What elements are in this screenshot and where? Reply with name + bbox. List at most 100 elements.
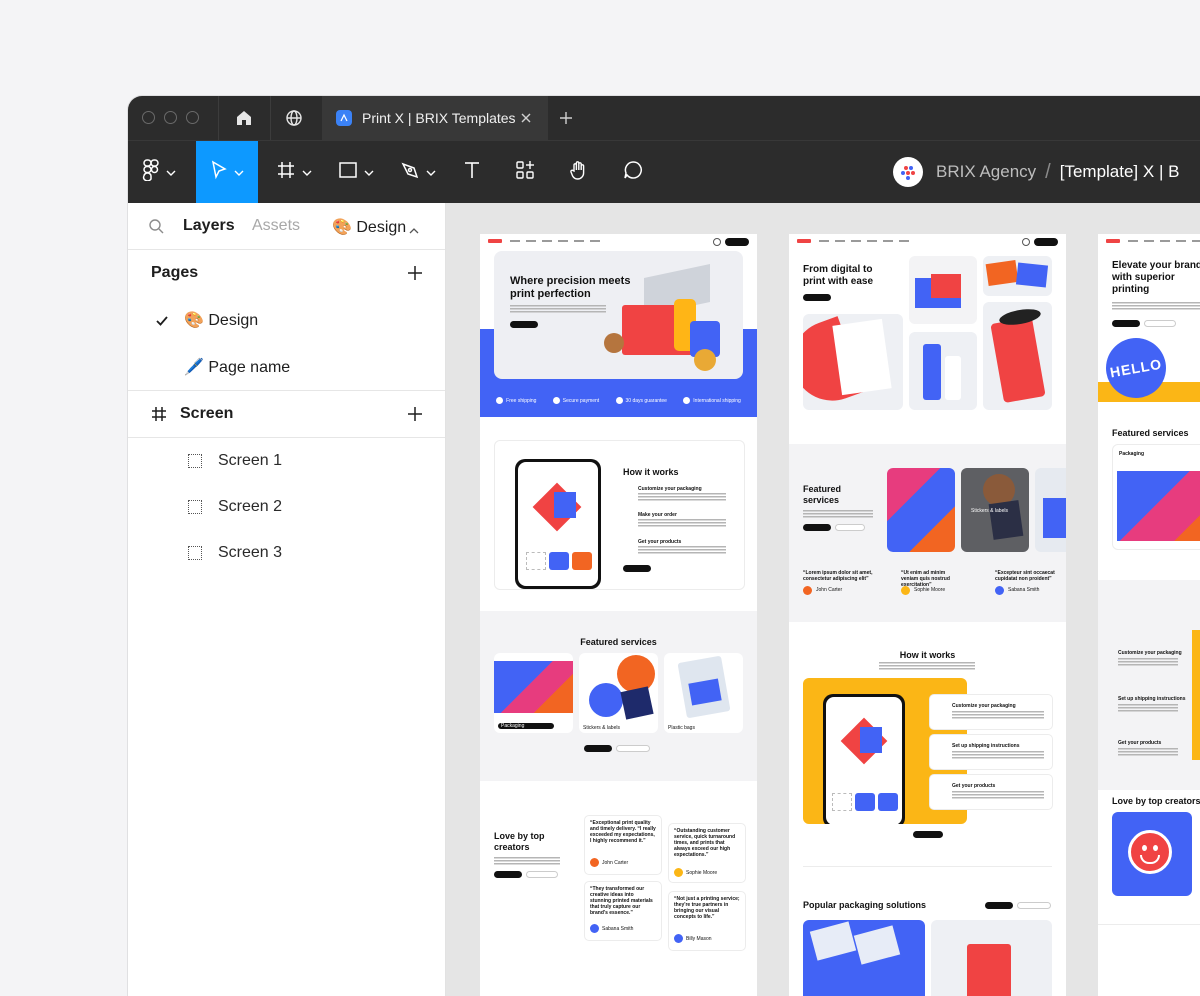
step-title: Customize your packaging: [638, 486, 702, 492]
screen-3-frame[interactable]: Elevate your brand with superior printin…: [1098, 234, 1200, 996]
how-cta: [913, 831, 943, 838]
file-name[interactable]: [Template] X | B: [1060, 162, 1180, 182]
file-breadcrumb: BRIX Agency / [Template] X | B: [893, 157, 1179, 187]
main-menu-button[interactable]: [142, 141, 176, 203]
design-canvas[interactable]: Where precision meets print perfection F…: [446, 203, 1200, 996]
layer-label: Screen 2: [218, 498, 283, 515]
text-t-icon: [462, 160, 482, 185]
move-tool-button[interactable]: [196, 141, 258, 203]
avatar: [590, 858, 599, 867]
page-item-design[interactable]: 🎨 Design: [128, 296, 445, 343]
layer-item-screen-1[interactable]: Screen 1: [128, 439, 445, 485]
shape-tool-button[interactable]: [338, 141, 374, 203]
page-item-page-name[interactable]: 🖊️ Page name: [128, 343, 445, 390]
love-cta: [494, 871, 522, 878]
mini-navbar: [789, 234, 1066, 250]
hero-title: Elevate your brand with superior printin…: [1112, 260, 1200, 295]
zoom-window-button[interactable]: [186, 111, 199, 124]
quote-author: Sophie Moore: [914, 587, 946, 593]
service-card-packaging: Packaging: [494, 653, 573, 733]
smiley-icon: [1128, 830, 1172, 874]
mini-nav-links: [819, 240, 909, 242]
pages-title: Pages: [151, 264, 199, 281]
quote-text: “Excepteur sint occaecat cupidatat non p…: [995, 570, 1055, 582]
layer-label: Screen 1: [218, 452, 283, 469]
search-icon[interactable]: [148, 218, 164, 239]
tab-assets[interactable]: Assets: [252, 217, 300, 235]
feature-bar: Free shipping Secure payment 30 days gua…: [480, 384, 757, 417]
quote-text: “Lorem ipsum dolor sit amet, consectetur…: [803, 570, 873, 582]
globe-icon[interactable]: [284, 108, 304, 128]
layer-item-screen-3[interactable]: Screen 3: [128, 531, 445, 577]
hero-image-binder: [803, 314, 903, 410]
cursor-arrow-icon: [210, 160, 228, 185]
how-title: How it works: [899, 650, 956, 660]
avatar: [803, 586, 812, 595]
popular-secondary-cta: [1017, 902, 1051, 909]
figma-window: Print X | BRIX Templates BRIX Agency / […: [128, 96, 1200, 996]
home-icon[interactable]: [234, 108, 254, 128]
chevron-down-icon: [234, 163, 244, 181]
screen-1-frame[interactable]: Where precision meets print perfection F…: [480, 234, 757, 996]
close-window-button[interactable]: [142, 111, 155, 124]
quote-author: John Carter: [816, 587, 843, 593]
chevron-down-icon: [166, 163, 176, 181]
step-body: [638, 519, 726, 527]
comment-bubble-icon: [622, 159, 644, 186]
avatar: [995, 586, 1004, 595]
pen-tool-button[interactable]: [400, 141, 436, 203]
screen-2-frame[interactable]: From digital to print with ease Featured…: [789, 234, 1066, 996]
screen-title: Screen: [180, 405, 234, 422]
upload-tile: [549, 552, 569, 570]
team-name-link[interactable]: BRIX Agency: [936, 162, 1036, 182]
featured-section: Featured services Stickers & labels “Lor…: [789, 444, 1066, 622]
tab-title: Print X | BRIX Templates: [362, 110, 516, 126]
tab-layers[interactable]: Layers: [183, 217, 235, 235]
mini-cta-button: [725, 238, 749, 246]
hero-image-cup: [983, 302, 1052, 410]
featured-cta: [584, 745, 612, 752]
cookie-image: [694, 349, 716, 371]
sticker-tile: [572, 552, 592, 570]
cube-image: [554, 492, 576, 518]
page-switcher[interactable]: 🎨 Design: [332, 217, 406, 237]
resources-tool-button[interactable]: [514, 141, 536, 203]
mini-logo: [797, 239, 811, 243]
browser-tab[interactable]: Print X | BRIX Templates: [322, 96, 548, 140]
step-title: Make your order: [638, 512, 677, 518]
chevron-up-icon[interactable]: [409, 221, 419, 239]
minimize-window-button[interactable]: [164, 111, 177, 124]
comment-tool-button[interactable]: [622, 141, 644, 203]
featured-secondary-cta: [835, 524, 865, 531]
hero-title: From digital to print with ease: [803, 264, 874, 287]
frame-tool-button[interactable]: [276, 141, 312, 203]
step-title: Customize your packaging: [1118, 650, 1182, 656]
hand-tool-button[interactable]: [568, 141, 590, 203]
how-visual: [1192, 630, 1200, 760]
mini-nav-links: [1128, 240, 1200, 242]
step-title: Get your products: [1118, 740, 1162, 746]
product-card: [931, 920, 1052, 996]
rectangle-icon: [338, 160, 358, 185]
new-tab-plus-icon[interactable]: [556, 108, 576, 128]
cookie-image: [604, 333, 624, 353]
section-divider: [1098, 924, 1200, 925]
hand-icon: [568, 159, 590, 186]
feature-item: Secure payment: [552, 397, 599, 404]
checkmark-icon: [156, 313, 168, 331]
add-page-plus-icon[interactable]: [407, 265, 423, 281]
add-layer-plus-icon[interactable]: [407, 406, 423, 422]
chevron-down-icon: [426, 163, 436, 181]
close-icon[interactable]: [518, 110, 534, 126]
service-card-plastic-bags: Plastic bags: [664, 653, 743, 733]
titlebar-divider: [218, 96, 219, 140]
smiley-card: [1112, 812, 1192, 896]
hero-image-box: [909, 256, 977, 324]
chevron-down-icon: [364, 163, 374, 181]
how-cta: [623, 565, 651, 572]
text-tool-button[interactable]: [462, 141, 482, 203]
hero-image-cards: [983, 256, 1052, 296]
screen-layer-header[interactable]: Screen: [128, 391, 445, 437]
add-tile: [526, 552, 546, 570]
layer-item-screen-2[interactable]: Screen 2: [128, 485, 445, 531]
